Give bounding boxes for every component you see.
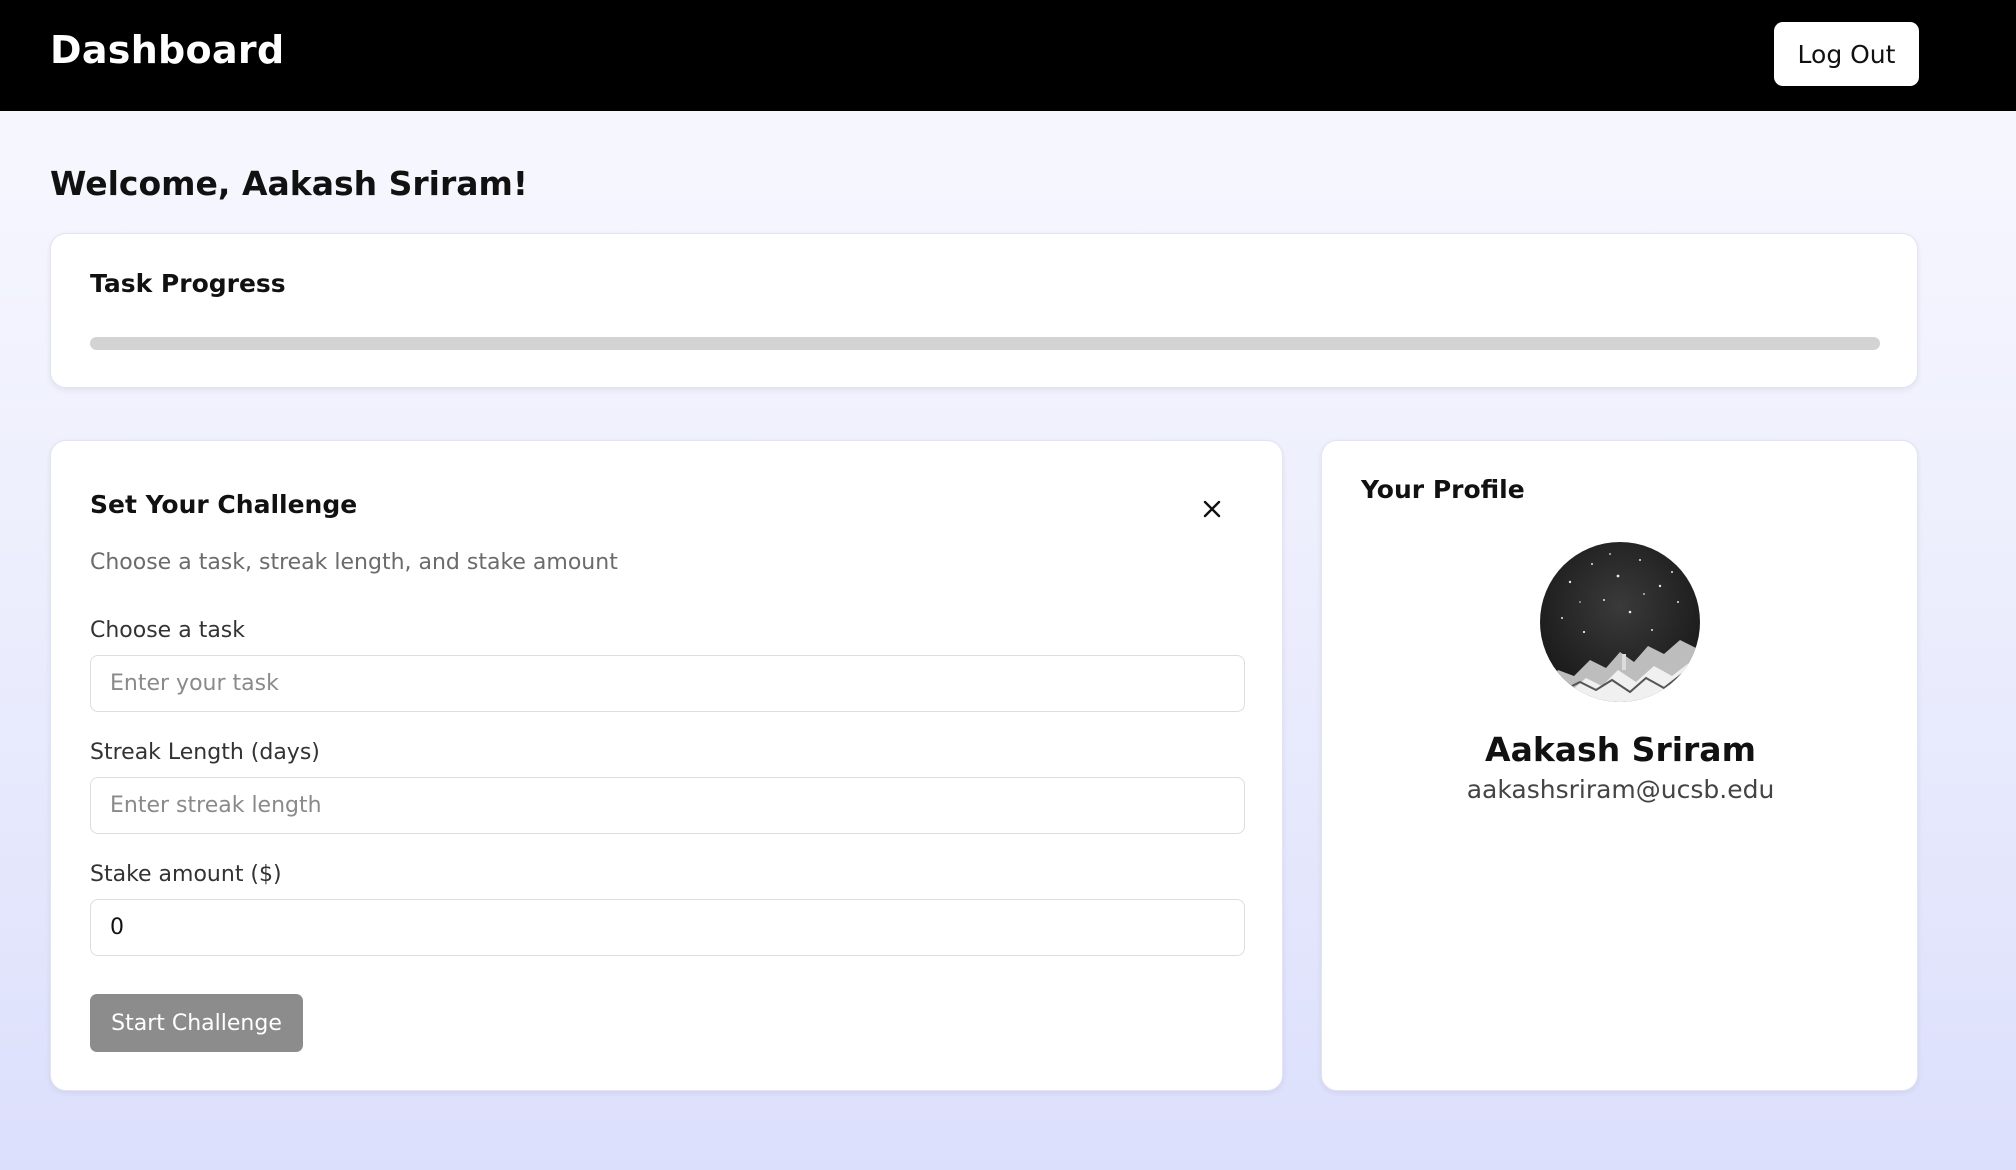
logout-button[interactable]: Log Out [1774, 22, 1919, 86]
stake-field-label: Stake amount ($) [90, 862, 282, 887]
task-progress-card: Task Progress [50, 233, 1918, 388]
welcome-heading: Welcome, Aakash Sriram! [50, 164, 528, 203]
avatar [1540, 542, 1700, 702]
avatar-image [1540, 542, 1700, 702]
streak-length-input[interactable] [90, 777, 1245, 834]
profile-card: Your Profile Aakash Sriram aakashsriram@… [1321, 440, 1918, 1091]
profile-title: Your Profile [1361, 475, 1525, 504]
app-title: Dashboard [50, 28, 285, 72]
top-navbar: Dashboard Log Out [0, 0, 2016, 111]
close-icon [1203, 500, 1221, 518]
task-progress-title: Task Progress [90, 269, 286, 298]
task-field-label: Choose a task [90, 618, 245, 643]
task-progress-bar [90, 337, 1880, 350]
challenge-form-card: Set Your Challenge Choose a task, streak… [50, 440, 1283, 1091]
streak-field-label: Streak Length (days) [90, 740, 320, 765]
task-input[interactable] [90, 655, 1245, 712]
challenge-subtitle: Choose a task, streak length, and stake … [90, 550, 618, 575]
profile-email: aakashsriram@ucsb.edu [1466, 775, 1775, 804]
start-challenge-button[interactable]: Start Challenge [90, 994, 303, 1052]
profile-name: Aakash Sriram [1485, 730, 1756, 769]
close-button[interactable] [1194, 491, 1230, 527]
stake-amount-input[interactable] [90, 899, 1245, 956]
challenge-title: Set Your Challenge [90, 490, 358, 519]
